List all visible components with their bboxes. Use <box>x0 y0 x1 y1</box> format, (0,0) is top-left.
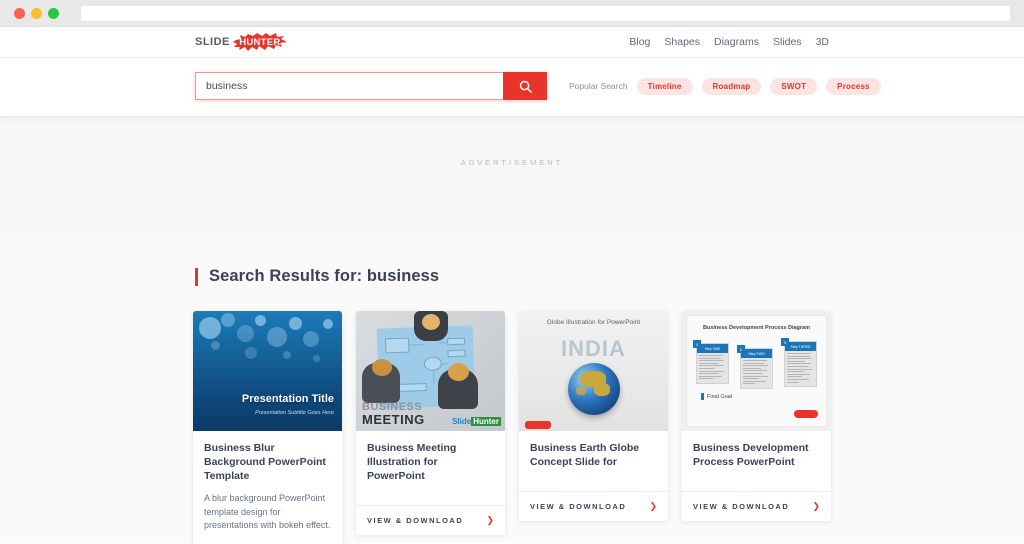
step-label: Step ONE <box>697 344 728 353</box>
person-left-head-icon <box>372 359 392 376</box>
slidehunter-watermark: Slide Hunter <box>452 417 501 426</box>
popular-search-group: Popular Search Timeline Roadmap SWOT Pro… <box>569 77 881 95</box>
logo-text-hunter: HUNTER <box>239 36 281 48</box>
step-badge-icon: 3 <box>781 338 789 346</box>
card-download-link[interactable]: VIEW & DOWNLOAD ❯ <box>356 504 505 535</box>
globe-icon <box>567 363 620 415</box>
watermark-part2: Hunter <box>471 417 501 426</box>
advertisement-section: ADVERTISEMENT <box>0 116 1024 233</box>
step-label: Step THREE <box>785 342 816 351</box>
logo-badge-hunter: HUNTER <box>232 32 288 52</box>
card-title: Business Meeting Illustration for PowerP… <box>367 442 457 482</box>
results-card-grid: Presentation Title Presentation Subtitle… <box>0 311 1024 544</box>
result-card[interactable]: Presentation Title Presentation Subtitle… <box>193 311 342 544</box>
result-card[interactable]: Business Development Process Diagram 1 S… <box>682 311 831 521</box>
card-title: Business Earth Globe Concept Slide for <box>530 442 640 468</box>
process-step: 1 Step ONE <box>693 340 729 384</box>
search-icon <box>519 80 532 93</box>
watermark-part1: Slide <box>452 417 472 426</box>
main-navigation: Blog Shapes Diagrams Slides 3D <box>629 36 829 48</box>
process-step: 3 Step THREE <box>781 338 817 388</box>
card-title: Business Blur Background PowerPoint Temp… <box>204 442 326 482</box>
popular-tag-roadmap[interactable]: Roadmap <box>701 77 762 95</box>
search-section: Popular Search Timeline Roadmap SWOT Pro… <box>0 58 1024 116</box>
search-results-section: Search Results for: business Presentatio… <box>0 233 1024 544</box>
popular-tag-timeline[interactable]: Timeline <box>636 77 693 95</box>
chevron-right-icon: ❯ <box>649 500 657 511</box>
card-download-label: VIEW & DOWNLOAD <box>367 515 464 525</box>
card-download-label: VIEW & DOWNLOAD <box>693 501 790 511</box>
chevron-right-icon: ❯ <box>812 500 820 511</box>
step-badge-icon: 2 <box>737 345 745 353</box>
process-slide-canvas: Business Development Process Diagram 1 S… <box>687 316 826 426</box>
close-window-icon[interactable] <box>14 7 25 19</box>
logo-text-slide: SLIDE <box>195 36 230 48</box>
result-card[interactable]: Globe Illustration for PowerPoint INDIA … <box>519 311 668 521</box>
minimize-window-icon[interactable] <box>31 7 42 19</box>
browser-url-input[interactable] <box>81 5 1010 21</box>
search-submit-button[interactable] <box>503 72 547 100</box>
card-download-link[interactable]: VIEW & DOWNLOAD ❯ <box>519 490 668 521</box>
person-right-head-icon <box>448 363 469 381</box>
popular-search-label: Popular Search <box>569 81 628 91</box>
card-title: Business Development Process PowerPoint <box>693 442 809 468</box>
page-title: Search Results for: business <box>209 267 440 285</box>
nav-item-3d[interactable]: 3D <box>816 36 829 48</box>
search-input[interactable] <box>195 72 503 100</box>
thumb-heading: Business Development Process Diagram <box>703 325 810 331</box>
thumb-brand-logo <box>794 410 818 418</box>
site-logo[interactable]: SLIDE HUNTER <box>195 32 288 52</box>
browser-chrome <box>0 0 1024 27</box>
process-step: 2 Step TWO <box>737 345 773 389</box>
chevron-right-icon: ❯ <box>486 514 494 525</box>
nav-item-diagrams[interactable]: Diagrams <box>714 36 759 48</box>
step-badge-icon: 1 <box>693 340 701 348</box>
search-box <box>195 72 547 100</box>
thumb-subtitle: Presentation Subtitle Goes Here <box>255 410 334 416</box>
heading-accent-bar <box>195 267 198 286</box>
results-header: Search Results for: business <box>0 267 1024 286</box>
final-goal-marker: Final Goal <box>701 393 732 400</box>
thumb-title: Presentation Title <box>241 393 334 405</box>
card-thumbnail-process[interactable]: Business Development Process Diagram 1 S… <box>682 311 831 431</box>
final-goal-bar-icon <box>701 393 704 400</box>
final-goal-label: Final Goal <box>707 393 733 400</box>
card-description: A blur background PowerPoint template de… <box>204 492 331 531</box>
window-traffic-lights <box>14 7 59 19</box>
card-thumbnail-meeting[interactable]: BUSINESS MEETING Slide Hunter <box>356 311 505 431</box>
result-card[interactable]: BUSINESS MEETING Slide Hunter Business Me… <box>356 311 505 535</box>
thumb-heading: Globe Illustration for PowerPoint <box>546 319 641 326</box>
card-body: Business Meeting Illustration for PowerP… <box>356 431 505 505</box>
nav-item-slides[interactable]: Slides <box>773 36 802 48</box>
maximize-window-icon[interactable] <box>48 7 59 19</box>
step-label: Step TWO <box>741 349 772 358</box>
card-download-label: VIEW & DOWNLOAD <box>530 501 627 511</box>
advertisement-label: ADVERTISEMENT <box>460 158 564 167</box>
thumb-line2: MEETING <box>362 412 425 427</box>
card-body: Business Earth Globe Concept Slide for <box>519 431 668 491</box>
card-download-link[interactable]: VIEW & DOWNLOAD ❯ <box>682 490 831 521</box>
nav-item-shapes[interactable]: Shapes <box>664 36 700 48</box>
popular-tag-swot[interactable]: SWOT <box>770 77 818 95</box>
nav-item-blog[interactable]: Blog <box>629 36 650 48</box>
person-top-head-icon <box>422 314 440 330</box>
thumb-brand-logo <box>525 421 551 429</box>
site-header: SLIDE HUNTER Blog Shapes Diagrams Slides… <box>0 27 1024 57</box>
card-body: Business Blur Background PowerPoint Temp… <box>193 431 342 544</box>
popular-tag-process[interactable]: Process <box>826 77 881 95</box>
card-thumbnail-bokeh[interactable]: Presentation Title Presentation Subtitle… <box>193 311 342 431</box>
card-body: Business Development Process PowerPoint <box>682 431 831 491</box>
card-thumbnail-globe[interactable]: Globe Illustration for PowerPoint INDIA <box>519 311 668 431</box>
thumb-big-text: INDIA <box>561 336 626 361</box>
